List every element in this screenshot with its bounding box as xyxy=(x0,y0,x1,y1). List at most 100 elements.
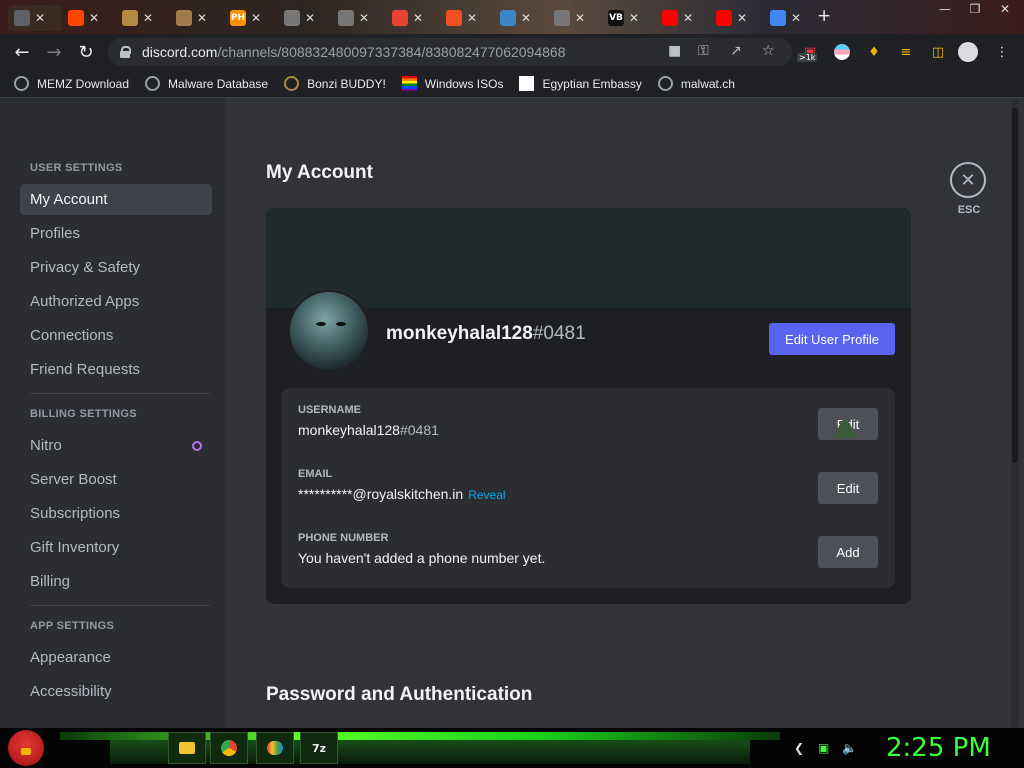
username-text: monkeyhalal128 xyxy=(298,422,400,438)
media-control-icon[interactable]: ≡ xyxy=(896,42,916,62)
side-panel-icon[interactable]: ◫ xyxy=(928,42,948,62)
bonzi-icon xyxy=(284,76,300,91)
browser-tab[interactable]: ✕ xyxy=(710,5,764,31)
sidebar-item-connections[interactable]: Connections xyxy=(20,320,212,351)
bookmark-item[interactable]: Malware Database xyxy=(145,76,268,91)
browser-tab[interactable]: ✕ xyxy=(116,5,170,31)
back-icon[interactable]: ← xyxy=(10,40,34,64)
start-button-icon[interactable] xyxy=(8,730,44,766)
bookmark-item[interactable]: Windows ISOs xyxy=(401,76,503,91)
browser-tab[interactable]: ✕ xyxy=(494,5,548,31)
username-field: USERNAME monkeyhalal128#0481 Edit xyxy=(298,404,878,440)
paint-icon[interactable] xyxy=(256,732,294,764)
sidebar-item-profiles[interactable]: Profiles xyxy=(20,218,212,249)
reveal-email-link[interactable]: Reveal xyxy=(468,488,505,502)
scrollbar-thumb[interactable] xyxy=(1012,108,1018,463)
forward-icon[interactable]: → xyxy=(42,40,66,64)
sidebar-item-accessibility[interactable]: Accessibility xyxy=(20,676,212,707)
camera-blocked-icon[interactable]: ■ xyxy=(668,43,681,59)
share-icon[interactable]: ↗ xyxy=(730,43,742,59)
tab-close-icon[interactable]: ✕ xyxy=(791,11,801,25)
new-tab-button[interactable]: + xyxy=(817,6,831,26)
sidebar-item-gift-inventory[interactable]: Gift Inventory xyxy=(20,532,212,563)
sidebar-item-billing[interactable]: Billing xyxy=(20,566,212,597)
browser-tab[interactable]: ✕ xyxy=(656,5,710,31)
lock-icon[interactable] xyxy=(120,46,131,58)
sidebar-section-heading: USER SETTINGS xyxy=(30,162,123,174)
chrome-icon[interactable] xyxy=(210,732,248,764)
bookmark-item[interactable]: malwat.ch xyxy=(657,76,735,91)
browser-tab[interactable]: ✕ xyxy=(62,5,116,31)
tab-close-icon[interactable]: ✕ xyxy=(629,11,639,25)
tab-close-icon[interactable]: ✕ xyxy=(35,11,45,25)
sidebar-item-appearance[interactable]: Appearance xyxy=(20,642,212,673)
tab-close-icon[interactable]: ✕ xyxy=(305,11,315,25)
bookmark-item[interactable]: MEMZ Download xyxy=(14,76,129,91)
sidebar-item-privacy-safety[interactable]: Privacy & Safety xyxy=(20,252,212,283)
browser-tab[interactable]: ✕ xyxy=(764,5,818,31)
7zip-icon[interactable]: 7z xyxy=(300,732,338,764)
browser-tab[interactable]: ✕ xyxy=(278,5,332,31)
edit-user-profile-button[interactable]: Edit User Profile xyxy=(769,323,895,355)
esc-label: ESC xyxy=(957,204,981,216)
tab-close-icon[interactable]: ✕ xyxy=(467,11,477,25)
tray-monitor-icon[interactable]: ▣ xyxy=(818,741,829,755)
browser-tab[interactable]: ✕ xyxy=(548,5,602,31)
tray-chevron-icon[interactable]: ❮ xyxy=(794,741,804,755)
tab-close-icon[interactable]: ✕ xyxy=(683,11,693,25)
tab-close-icon[interactable]: ✕ xyxy=(737,11,747,25)
tab-close-icon[interactable]: ✕ xyxy=(89,11,99,25)
circle-icon xyxy=(176,10,192,26)
sidebar-item-label: Accessibility xyxy=(30,683,112,700)
browser-tab[interactable]: ✕ xyxy=(8,5,62,31)
bookmark-label: Bonzi BUDDY! xyxy=(307,76,386,91)
avatar[interactable] xyxy=(288,290,370,372)
browser-tab[interactable]: PH ✕ xyxy=(224,5,278,31)
display-name: monkeyhalal128#0481 xyxy=(386,323,586,345)
bookmark-item[interactable]: Bonzi BUDDY! xyxy=(284,76,386,91)
sidebar-item-friend-requests[interactable]: Friend Requests xyxy=(20,354,212,385)
sidebar-item-my-account[interactable]: My Account xyxy=(20,184,212,215)
clock[interactable]: 2:25 PM xyxy=(886,733,991,763)
close-settings[interactable]: ✕ ESC xyxy=(950,162,988,216)
circle-icon xyxy=(122,10,138,26)
tab-close-icon[interactable]: ✕ xyxy=(143,11,153,25)
close-window-icon[interactable]: ✕ xyxy=(990,2,1020,16)
key-icon[interactable]: ⚿ xyxy=(698,43,709,59)
sidebar-item-subscriptions[interactable]: Subscriptions xyxy=(20,498,212,529)
extensions-puzzle-icon[interactable]: ♦ xyxy=(864,42,884,62)
menu-kebab-icon[interactable]: ⋮ xyxy=(992,42,1012,62)
email-field: EMAIL **********@royalskitchen.in Reveal … xyxy=(298,468,878,504)
sidebar-item-authorized-apps[interactable]: Authorized Apps xyxy=(20,286,212,317)
tab-close-icon[interactable]: ✕ xyxy=(521,11,531,25)
browser-tab[interactable]: ✕ xyxy=(332,5,386,31)
tab-close-icon[interactable]: ✕ xyxy=(197,11,207,25)
sidebar-item-nitro[interactable]: Nitro xyxy=(20,430,212,461)
tab-close-icon[interactable]: ✕ xyxy=(359,11,369,25)
extension-flag-icon[interactable] xyxy=(832,42,852,62)
bookmark-item[interactable]: Egyptian Embassy xyxy=(519,76,642,91)
profile-avatar-icon[interactable] xyxy=(958,42,978,62)
ph-icon: PH xyxy=(230,10,246,26)
browser-tab[interactable]: VB ✕ xyxy=(602,5,656,31)
browser-tab[interactable]: ✕ xyxy=(170,5,224,31)
tab-close-icon[interactable]: ✕ xyxy=(251,11,261,25)
reload-icon[interactable]: ↻ xyxy=(74,40,98,64)
add-phone-button[interactable]: Add xyxy=(818,536,878,568)
sidebar-item-server-boost[interactable]: Server Boost xyxy=(20,464,212,495)
sidebar-item-label: Privacy & Safety xyxy=(30,259,141,276)
tab-close-icon[interactable]: ✕ xyxy=(413,11,423,25)
browser-tab[interactable]: ✕ xyxy=(386,5,440,31)
browser-tab[interactable]: ✕ xyxy=(440,5,494,31)
close-icon[interactable]: ✕ xyxy=(950,162,986,198)
nitro-icon xyxy=(192,441,202,451)
edit-email-button[interactable]: Edit xyxy=(818,472,878,504)
restore-icon[interactable]: ❐ xyxy=(960,2,990,16)
address-bar[interactable]: discord.com/channels/808832480097337384/… xyxy=(108,38,792,66)
bookmark-star-icon[interactable]: ☆ xyxy=(762,43,775,59)
minimize-icon[interactable]: — xyxy=(930,2,960,16)
volume-icon[interactable]: 🔈 xyxy=(842,741,857,755)
globe-icon xyxy=(657,76,673,91)
tab-close-icon[interactable]: ✕ xyxy=(575,11,585,25)
file-explorer-icon[interactable] xyxy=(168,732,206,764)
